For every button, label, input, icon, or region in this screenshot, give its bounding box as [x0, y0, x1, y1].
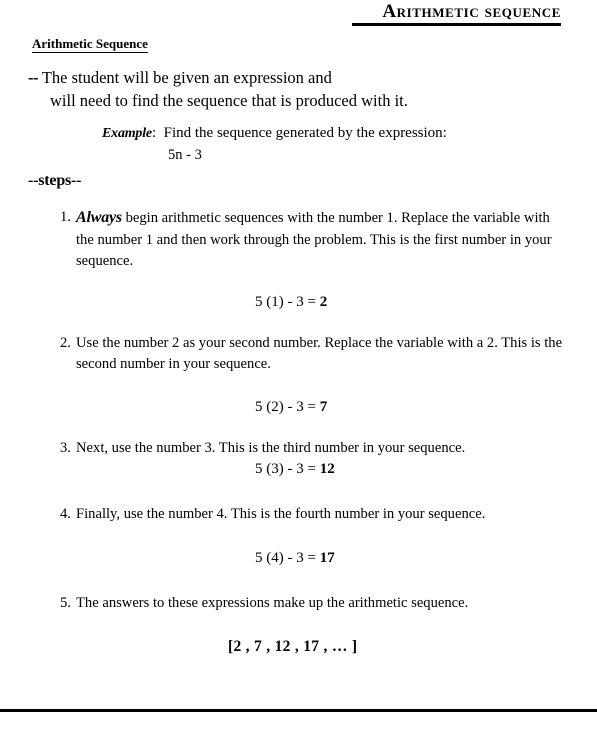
equation-row: 5 (2) - 3 = 7	[60, 397, 570, 418]
step-number: 2.	[60, 334, 71, 351]
example-block: Example: Find the sequence generated by …	[102, 123, 542, 166]
step-item: 2. Use the number 2 as your second numbe…	[60, 333, 570, 376]
step-text: Finally, use the number 4. This is the f…	[76, 506, 486, 522]
equation-row: 5 (1) - 3 = 2	[60, 292, 570, 313]
final-sequence-answer: [2 , 7 , 12 , 17 , … ]	[228, 638, 358, 655]
section-heading: Arithmetic Sequence	[32, 36, 148, 53]
step-number: 4.	[60, 506, 71, 522]
equation-expression: 5 (2) - 3 =	[255, 398, 320, 415]
intro-paragraph: -- The student will be given an expressi…	[28, 66, 548, 112]
step-body-text: begin arithmetic sequences with the numb…	[76, 210, 552, 269]
steps-marker: --steps--	[28, 172, 82, 189]
intro-line-2: will need to find the sequence that is p…	[50, 91, 408, 110]
equation-expression: 5 (3) - 3 =	[255, 461, 320, 477]
equation-expression: 5 (4) - 3 =	[255, 549, 320, 566]
example-label-colon: :	[151, 125, 157, 141]
example-expression: 5n - 3	[168, 147, 202, 163]
document-title: Arithmetic Sequence	[382, 1, 561, 22]
step-number: 1.	[60, 209, 71, 225]
step-text: Next, use the number 3. This is the thir…	[76, 439, 466, 456]
intro-line-1: The student will be given an expression …	[38, 68, 332, 87]
equation-expression: 5 (1) - 3 =	[255, 293, 320, 310]
step-item: 3. Next, use the number 3. This is the t…	[60, 438, 570, 460]
step-number: 5.	[60, 594, 71, 611]
equation-answer: 7	[319, 398, 328, 415]
document-page: Arithmetic Sequence Arithmetic Sequence …	[0, 0, 597, 745]
title-underline	[352, 23, 561, 26]
equation-answer: 12	[319, 461, 335, 477]
example-prompt: Find the sequence generated by the expre…	[163, 125, 447, 141]
equation-row: 5 (4) - 3 = 17	[60, 548, 570, 569]
equation-answer: 17	[319, 549, 335, 566]
intro-dashes: --	[28, 68, 39, 87]
equation-answer: 2	[319, 293, 328, 310]
steps-list: 1. Always begin arithmetic sequences wit…	[60, 207, 570, 658]
step-item: 1. Always begin arithmetic sequences wit…	[60, 207, 570, 273]
step-emphasis: Always	[76, 209, 122, 226]
step-text: Always begin arithmetic sequences with t…	[76, 207, 570, 273]
bottom-rule	[0, 709, 597, 712]
step-item: 4. Finally, use the number 4. This is th…	[60, 504, 570, 526]
step-item: 5. The answers to these expressions make…	[60, 593, 570, 615]
step-text: Use the number 2 as your second number. …	[76, 334, 563, 373]
step-text: The answers to these expressions make up…	[76, 594, 469, 611]
equation-row: 5 (3) - 3 = 12	[60, 459, 570, 480]
example-label: Example	[102, 126, 152, 141]
step-number: 3.	[60, 439, 71, 456]
